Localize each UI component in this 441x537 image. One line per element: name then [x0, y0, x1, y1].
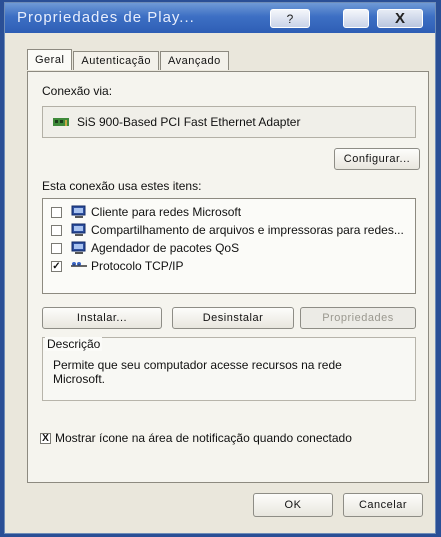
tab-advanced[interactable]: Avançado — [160, 51, 229, 70]
list-item[interactable]: Agendador de pacotes QoS — [51, 239, 239, 257]
item-label: Agendador de pacotes QoS — [91, 241, 240, 255]
list-item[interactable]: Cliente para redes Microsoft — [51, 203, 241, 221]
network-client-icon — [71, 205, 86, 218]
general-tab-panel: Conexão via: SiS 900-Based PCI Fast Ethe… — [27, 71, 429, 483]
help-icon: ? — [286, 11, 294, 26]
window-title: Propriedades de Play... — [17, 9, 195, 26]
help-button[interactable]: ? — [270, 9, 310, 28]
protocol-icon — [71, 262, 87, 267]
item-label: Compartilhamento de arquivos e impressor… — [91, 223, 404, 237]
item-checkbox[interactable] — [51, 206, 62, 218]
close-button[interactable]: X — [377, 9, 423, 28]
notify-option[interactable]: X Mostrar ícone na área de notificação q… — [40, 431, 352, 445]
list-item[interactable]: ✓ Protocolo TCP/IP — [51, 257, 183, 275]
notify-checkbox[interactable]: X — [40, 432, 51, 444]
cancel-button[interactable]: Cancelar — [343, 493, 423, 517]
item-checkbox[interactable] — [51, 224, 62, 236]
network-adapter-icon — [53, 118, 69, 126]
components-list[interactable]: Cliente para redes Microsoft Compartilha… — [42, 198, 416, 294]
description-text: Permite que seu computador acesse recurs… — [53, 358, 342, 386]
item-checkbox[interactable]: ✓ — [51, 260, 62, 272]
close-icon: X — [394, 10, 405, 27]
item-label: Protocolo TCP/IP — [91, 259, 184, 273]
tab-authentication[interactable]: Autenticação — [73, 51, 160, 70]
description-group: Descrição Permite que seu computador ace… — [42, 337, 416, 401]
adapter-field: SiS 900-Based PCI Fast Ethernet Adapter — [42, 106, 416, 138]
list-item[interactable]: Compartilhamento de arquivos e impressor… — [51, 221, 404, 239]
configure-button[interactable]: Configurar... — [334, 148, 420, 170]
install-button[interactable]: Instalar... — [42, 307, 162, 329]
file-sharing-icon — [71, 223, 86, 236]
minimize-button[interactable] — [343, 9, 369, 28]
notify-label: Mostrar ícone na área de notificação qua… — [55, 431, 352, 445]
ok-button[interactable]: OK — [253, 493, 333, 517]
tab-strip: Geral Autenticação Avançado — [27, 49, 230, 71]
properties-dialog: Propriedades de Play... ? X Geral Autent… — [4, 2, 436, 534]
item-checkbox[interactable] — [51, 242, 62, 254]
description-legend: Descrição — [45, 337, 103, 351]
uninstall-button[interactable]: Desinstalar — [172, 307, 294, 329]
title-bar[interactable]: Propriedades de Play... ? X — [5, 3, 435, 33]
properties-button[interactable]: Propriedades — [300, 307, 416, 329]
tab-general[interactable]: Geral — [27, 49, 73, 70]
qos-scheduler-icon — [71, 241, 86, 254]
adapter-name: SiS 900-Based PCI Fast Ethernet Adapter — [77, 115, 301, 129]
item-label: Cliente para redes Microsoft — [91, 205, 242, 219]
items-label: Esta conexão usa estes itens: — [42, 179, 202, 193]
connect-using-label: Conexão via: — [42, 84, 113, 98]
